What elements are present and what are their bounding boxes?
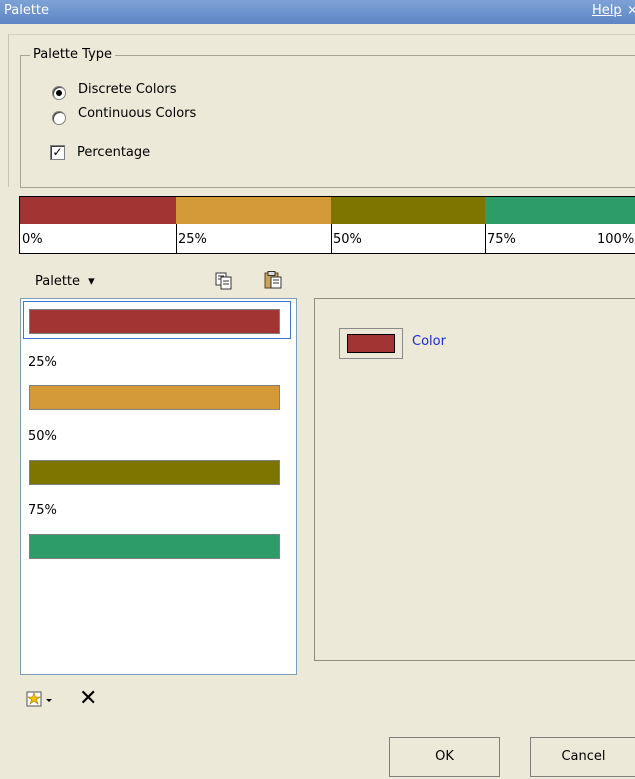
checkmark-icon: ✓ [52,145,63,159]
chevron-down-icon: ▾ [88,274,95,289]
color-picker-button[interactable] [339,328,403,359]
discrete-colors-radio[interactable] [52,86,66,100]
paste-icon[interactable] [264,271,282,289]
selected-color-swatch [347,334,395,353]
add-entry-icon[interactable] [26,690,56,714]
color-label[interactable]: Color [412,334,446,349]
cancel-button[interactable]: Cancel [530,737,635,777]
delete-icon[interactable]: ✕ [79,688,97,710]
list-label-75: 75% [28,503,57,518]
copy-icon[interactable] [215,272,233,290]
window-title: Palette [4,3,50,18]
palette-type-group-label: Palette Type [30,47,116,62]
close-icon[interactable]: × [627,3,635,18]
bar-label-75: 75% [487,232,516,247]
palette-entry-list[interactable]: 25% 50% 75% [20,298,297,675]
percentage-label[interactable]: Percentage [77,145,150,160]
palette-preview-bar: 0% 25% 50% 75% 100% [19,196,635,254]
continuous-colors-label[interactable]: Continuous Colors [78,106,196,121]
bar-segment-4[interactable] [485,197,635,224]
bar-label-50: 50% [333,232,362,247]
bar-label-25: 25% [178,232,207,247]
color-properties-panel: Color [314,298,635,661]
discrete-colors-label[interactable]: Discrete Colors [78,82,177,97]
bar-divider [485,224,486,253]
palette-swatch-4[interactable] [29,534,280,559]
list-label-25: 25% [28,355,57,370]
palette-menu-button[interactable]: Palette ▾ [35,274,95,289]
list-label-50: 50% [28,429,57,444]
percentage-checkbox[interactable]: ✓ [50,145,65,160]
bar-segment-1[interactable] [20,197,176,224]
palette-type-group [20,55,635,188]
palette-menu-label: Palette [35,274,81,289]
palette-swatch-1[interactable] [29,309,280,334]
title-bar: Palette Help × [0,0,635,24]
palette-swatch-3[interactable] [29,460,280,485]
bar-segment-2[interactable] [176,197,331,224]
bar-divider [176,224,177,253]
bar-label-100: 100% [597,232,635,247]
palette-swatch-2[interactable] [29,385,280,410]
bar-divider [331,224,332,253]
ok-button[interactable]: OK [389,737,500,777]
continuous-colors-radio[interactable] [52,111,66,125]
bar-label-0: 0% [22,232,43,247]
help-link[interactable]: Help [592,3,622,18]
bar-segment-3[interactable] [331,197,485,224]
